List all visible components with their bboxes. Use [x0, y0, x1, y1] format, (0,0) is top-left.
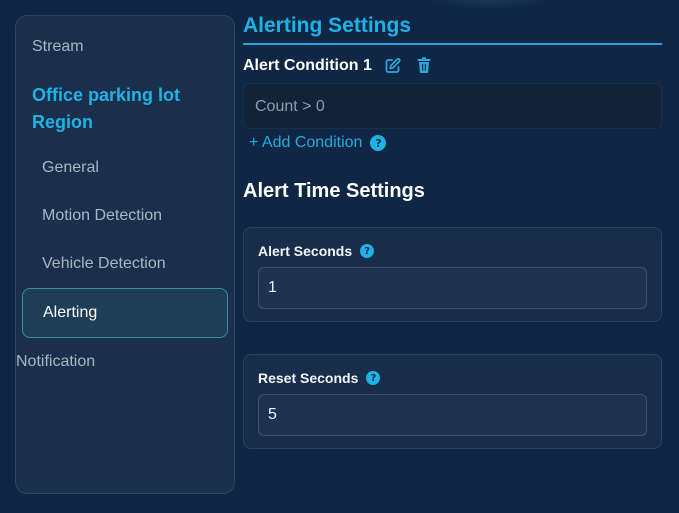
edit-icon[interactable] — [384, 57, 402, 75]
condition-expression[interactable]: Count > 0 — [243, 83, 662, 129]
sidebar-item-alerting[interactable]: Alerting — [22, 288, 228, 338]
condition-label: Alert Condition 1 — [243, 57, 372, 74]
alert-time-settings-title: Alert Time Settings — [243, 180, 425, 202]
title-divider — [243, 43, 662, 45]
sidebar-item-stream[interactable]: Stream — [32, 38, 84, 56]
help-icon[interactable]: ? — [370, 135, 387, 151]
sidebar-item-vehicle-detection[interactable]: Vehicle Detection — [42, 255, 166, 273]
alert-seconds-card: Alert Seconds ? — [243, 227, 662, 322]
top-glow — [420, 0, 560, 10]
reset-seconds-card: Reset Seconds ? — [243, 354, 662, 449]
help-icon[interactable]: ? — [366, 371, 381, 385]
alert-seconds-label-row: Alert Seconds ? — [258, 243, 375, 259]
sidebar-item-motion-detection[interactable]: Motion Detection — [42, 207, 162, 225]
sidebar-region-heading[interactable]: Office parking lot Region — [32, 82, 222, 136]
sidebar-item-general[interactable]: General — [42, 159, 99, 177]
reset-seconds-label: Reset Seconds — [258, 370, 359, 386]
sidebar-item-notification[interactable]: Notification — [16, 353, 95, 371]
add-condition-label: + Add Condition — [249, 134, 363, 151]
page-title: Alerting Settings — [243, 14, 412, 37]
add-condition-button[interactable]: + Add Condition ? — [249, 133, 387, 153]
alert-seconds-label: Alert Seconds — [258, 243, 353, 259]
alert-seconds-input[interactable] — [258, 267, 647, 309]
reset-seconds-label-row: Reset Seconds ? — [258, 370, 381, 386]
settings-sidebar: Stream Office parking lot Region General… — [15, 15, 235, 494]
help-icon[interactable]: ? — [360, 244, 375, 258]
trash-icon[interactable] — [415, 56, 433, 74]
reset-seconds-input[interactable] — [258, 394, 647, 436]
